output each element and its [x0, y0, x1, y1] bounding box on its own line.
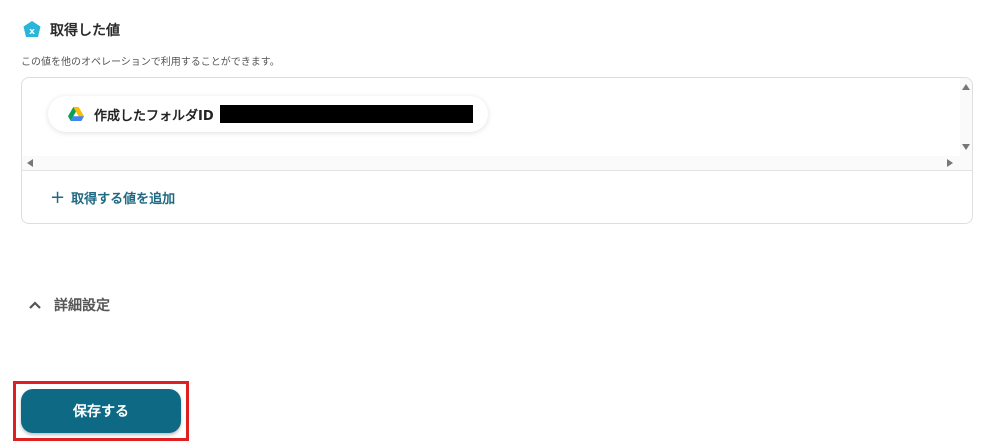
scroll-left-arrow-icon[interactable]	[27, 159, 33, 167]
add-value-label: 取得する値を追加	[71, 192, 176, 207]
redacted-value	[219, 105, 473, 123]
section-description: この値を他のオペレーションで利用することができます。	[21, 57, 280, 68]
x-badge-icon: x	[23, 21, 41, 37]
value-chip[interactable]: 作成したフォルダID	[48, 96, 488, 132]
advanced-settings-label: 詳細設定	[54, 298, 110, 314]
value-chip-label: 作成したフォルダID	[94, 108, 214, 124]
add-value-button[interactable]: + 取得する値を追加	[50, 188, 175, 207]
section-title: 取得した値	[50, 23, 120, 39]
save-button-label: 保存する	[73, 404, 129, 420]
acquired-values-box: 作成したフォルダID + 取得する値を追加	[21, 77, 973, 224]
save-button[interactable]: 保存する	[21, 389, 181, 433]
svg-text:x: x	[29, 27, 35, 37]
chevron-up-icon	[29, 301, 41, 309]
section-header: x 取得した値	[22, 20, 120, 40]
divider	[22, 170, 972, 171]
plus-icon: +	[50, 186, 66, 208]
values-scroll-area[interactable]: 作成したフォルダID	[22, 78, 972, 170]
google-drive-icon	[68, 107, 84, 121]
scroll-down-arrow-icon[interactable]	[962, 144, 970, 150]
scroll-right-arrow-icon[interactable]	[947, 159, 953, 167]
advanced-settings-toggle[interactable]: 詳細設定	[28, 295, 110, 315]
scroll-up-arrow-icon[interactable]	[962, 84, 970, 90]
